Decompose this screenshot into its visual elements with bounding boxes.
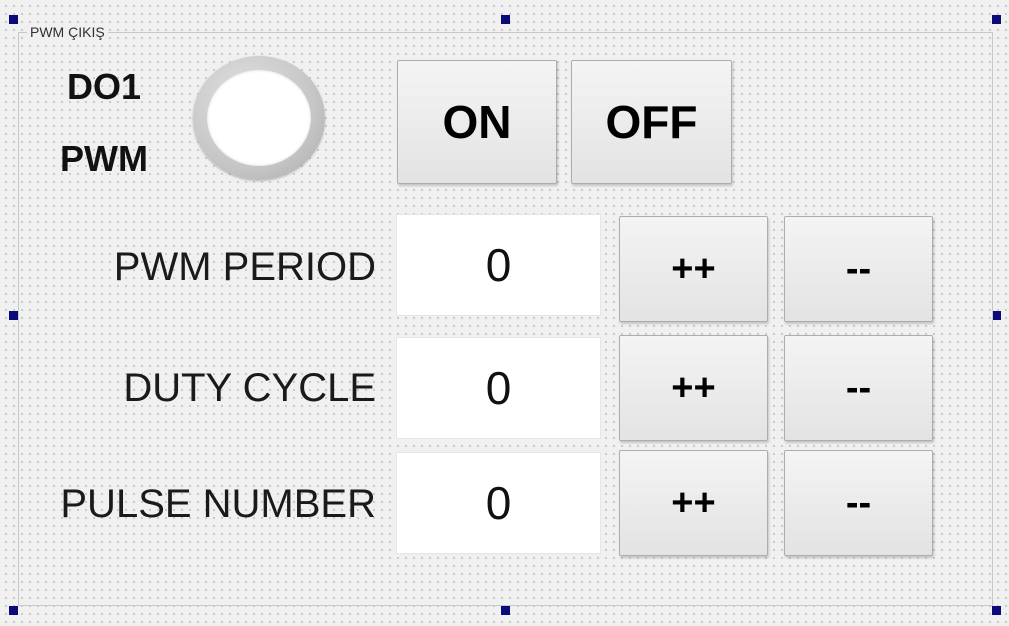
selection-handle-middle-left[interactable] [9,311,18,320]
output-label-pwm: PWM [60,138,148,179]
off-button[interactable]: OFF [571,60,732,184]
selection-handle-top-center[interactable] [501,15,510,24]
duty-cycle-value[interactable]: 0 [396,337,601,439]
selection-handle-bottom-left[interactable] [9,606,18,615]
groupbox-title: PWM ÇIKIŞ [27,24,108,40]
on-button[interactable]: ON [397,60,557,184]
pulse-number-label: PULSE NUMBER [60,482,376,526]
pwm-period-decrement-button[interactable]: -- [784,216,933,322]
pulse-number-decrement-button[interactable]: -- [784,450,933,556]
duty-cycle-decrement-button[interactable]: -- [784,335,933,441]
selection-handle-bottom-right[interactable] [992,606,1001,615]
pwm-period-increment-button[interactable]: ++ [619,216,768,322]
pwm-period-label: PWM PERIOD [113,245,376,289]
status-led-icon [193,56,325,180]
duty-cycle-increment-button[interactable]: ++ [619,335,768,441]
selection-handle-top-left[interactable] [9,15,18,24]
pulse-number-increment-button[interactable]: ++ [619,450,768,556]
duty-cycle-label: DUTY CYCLE [123,366,376,410]
selection-handle-bottom-center[interactable] [501,606,510,615]
pwm-period-value[interactable]: 0 [396,214,601,316]
selection-handle-top-right[interactable] [992,15,1001,24]
status-led-lens [207,70,311,166]
output-label-do1: DO1 [67,66,142,107]
selection-handle-middle-right[interactable] [992,311,1001,320]
pulse-number-value[interactable]: 0 [396,452,601,554]
